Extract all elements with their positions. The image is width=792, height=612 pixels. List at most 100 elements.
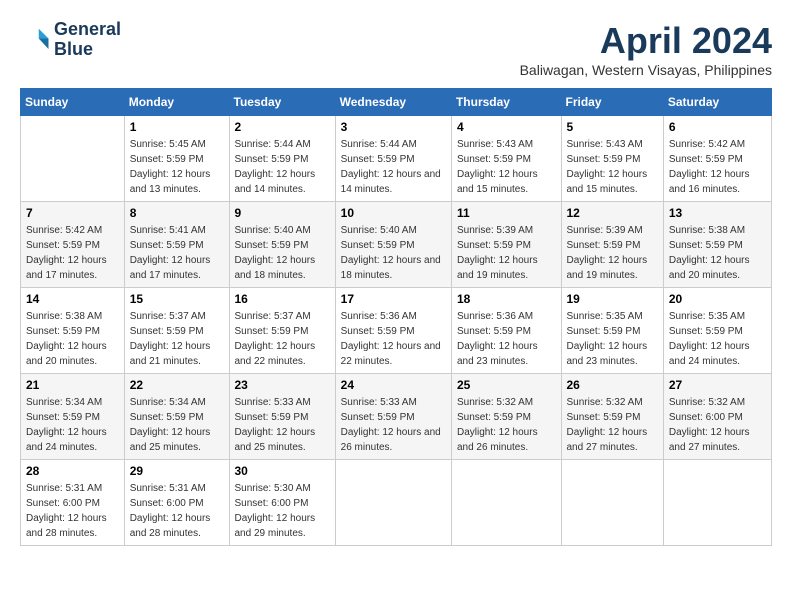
day-info: Sunrise: 5:41 AMSunset: 5:59 PMDaylight:… (130, 223, 224, 283)
day-info: Sunrise: 5:44 AMSunset: 5:59 PMDaylight:… (341, 137, 446, 197)
week-row-1: 1Sunrise: 5:45 AMSunset: 5:59 PMDaylight… (21, 116, 772, 202)
day-number: 26 (567, 378, 658, 392)
day-number: 20 (669, 292, 766, 306)
month-title: April 2024 (520, 20, 772, 62)
day-info: Sunrise: 5:33 AMSunset: 5:59 PMDaylight:… (235, 395, 330, 455)
calendar-cell: 11 Sunrise: 5:39 AMSunset: 5:59 PMDayligh… (451, 202, 561, 288)
title-block: April 2024 Baliwagan, Western Visayas, P… (520, 20, 772, 78)
day-number: 8 (130, 206, 224, 220)
calendar-cell: 29 Sunrise: 5:31 AMSunset: 6:00 PMDayligh… (124, 460, 229, 546)
header-wednesday: Wednesday (335, 89, 451, 116)
header-friday: Friday (561, 89, 663, 116)
calendar-cell: 20 Sunrise: 5:35 AMSunset: 5:59 PMDayligh… (663, 288, 771, 374)
day-number: 12 (567, 206, 658, 220)
header-monday: Monday (124, 89, 229, 116)
day-info: Sunrise: 5:30 AMSunset: 6:00 PMDaylight:… (235, 481, 330, 541)
calendar-cell: 7 Sunrise: 5:42 AMSunset: 5:59 PMDaylight… (21, 202, 125, 288)
day-number: 30 (235, 464, 330, 478)
day-number: 7 (26, 206, 119, 220)
calendar-cell: 22Sunrise: 5:34 AMSunset: 5:59 PMDayligh… (124, 374, 229, 460)
day-number: 15 (130, 292, 224, 306)
calendar-cell: 3 Sunrise: 5:44 AMSunset: 5:59 PMDaylight… (335, 116, 451, 202)
calendar-cell: 24Sunrise: 5:33 AMSunset: 5:59 PMDayligh… (335, 374, 451, 460)
day-info: Sunrise: 5:45 AMSunset: 5:59 PMDaylight:… (130, 137, 224, 197)
day-info: Sunrise: 5:37 AMSunset: 5:59 PMDaylight:… (235, 309, 330, 369)
day-number: 18 (457, 292, 556, 306)
day-info: Sunrise: 5:37 AMSunset: 5:59 PMDaylight:… (130, 309, 224, 369)
header-thursday: Thursday (451, 89, 561, 116)
day-info: Sunrise: 5:43 AMSunset: 5:59 PMDaylight:… (457, 137, 556, 197)
location-title: Baliwagan, Western Visayas, Philippines (520, 62, 772, 78)
day-info: Sunrise: 5:39 AMSunset: 5:59 PMDaylight:… (457, 223, 556, 283)
header-saturday: Saturday (663, 89, 771, 116)
day-number: 21 (26, 378, 119, 392)
day-info: Sunrise: 5:42 AMSunset: 5:59 PMDaylight:… (669, 137, 766, 197)
calendar-cell: 28 Sunrise: 5:31 AMSunset: 6:00 PMDayligh… (21, 460, 125, 546)
day-number: 27 (669, 378, 766, 392)
calendar-header-row: SundayMondayTuesdayWednesdayThursdayFrid… (21, 89, 772, 116)
day-number: 13 (669, 206, 766, 220)
day-info: Sunrise: 5:35 AMSunset: 5:59 PMDaylight:… (567, 309, 658, 369)
calendar-cell: 19Sunrise: 5:35 AMSunset: 5:59 PMDayligh… (561, 288, 663, 374)
calendar-cell: 9 Sunrise: 5:40 AMSunset: 5:59 PMDaylight… (229, 202, 335, 288)
calendar-cell: 23 Sunrise: 5:33 AMSunset: 5:59 PMDayligh… (229, 374, 335, 460)
week-row-4: 21 Sunrise: 5:34 AMSunset: 5:59 PMDayligh… (21, 374, 772, 460)
logo-icon (20, 25, 50, 55)
calendar-cell: 21 Sunrise: 5:34 AMSunset: 5:59 PMDayligh… (21, 374, 125, 460)
day-number: 9 (235, 206, 330, 220)
day-info: Sunrise: 5:38 AMSunset: 5:59 PMDaylight:… (26, 309, 119, 369)
calendar-cell: 1Sunrise: 5:45 AMSunset: 5:59 PMDaylight… (124, 116, 229, 202)
day-info: Sunrise: 5:32 AMSunset: 6:00 PMDaylight:… (669, 395, 766, 455)
day-number: 16 (235, 292, 330, 306)
day-number: 3 (341, 120, 446, 134)
day-number: 14 (26, 292, 119, 306)
calendar-cell: 13 Sunrise: 5:38 AMSunset: 5:59 PMDayligh… (663, 202, 771, 288)
day-number: 10 (341, 206, 446, 220)
day-info: Sunrise: 5:34 AMSunset: 5:59 PMDaylight:… (130, 395, 224, 455)
day-info: Sunrise: 5:44 AMSunset: 5:59 PMDaylight:… (235, 137, 330, 197)
day-info: Sunrise: 5:31 AMSunset: 6:00 PMDaylight:… (26, 481, 119, 541)
calendar-cell: 18Sunrise: 5:36 AMSunset: 5:59 PMDayligh… (451, 288, 561, 374)
logo-text: General Blue (54, 20, 121, 60)
header-sunday: Sunday (21, 89, 125, 116)
calendar-cell: 4Sunrise: 5:43 AMSunset: 5:59 PMDaylight… (451, 116, 561, 202)
calendar-cell: 2 Sunrise: 5:44 AMSunset: 5:59 PMDaylight… (229, 116, 335, 202)
day-info: Sunrise: 5:40 AMSunset: 5:59 PMDaylight:… (341, 223, 446, 283)
day-number: 6 (669, 120, 766, 134)
day-number: 2 (235, 120, 330, 134)
calendar-cell: 12Sunrise: 5:39 AMSunset: 5:59 PMDayligh… (561, 202, 663, 288)
day-number: 23 (235, 378, 330, 392)
week-row-5: 28 Sunrise: 5:31 AMSunset: 6:00 PMDayligh… (21, 460, 772, 546)
calendar-cell: 14 Sunrise: 5:38 AMSunset: 5:59 PMDayligh… (21, 288, 125, 374)
day-info: Sunrise: 5:40 AMSunset: 5:59 PMDaylight:… (235, 223, 330, 283)
calendar-cell: 15 Sunrise: 5:37 AMSunset: 5:59 PMDayligh… (124, 288, 229, 374)
calendar-cell (451, 460, 561, 546)
week-row-2: 7 Sunrise: 5:42 AMSunset: 5:59 PMDaylight… (21, 202, 772, 288)
calendar-cell (663, 460, 771, 546)
calendar-cell: 6 Sunrise: 5:42 AMSunset: 5:59 PMDaylight… (663, 116, 771, 202)
day-number: 29 (130, 464, 224, 478)
calendar-table: SundayMondayTuesdayWednesdayThursdayFrid… (20, 88, 772, 546)
day-info: Sunrise: 5:31 AMSunset: 6:00 PMDaylight:… (130, 481, 224, 541)
day-info: Sunrise: 5:42 AMSunset: 5:59 PMDaylight:… (26, 223, 119, 283)
day-info: Sunrise: 5:32 AMSunset: 5:59 PMDaylight:… (567, 395, 658, 455)
calendar-cell: 16 Sunrise: 5:37 AMSunset: 5:59 PMDayligh… (229, 288, 335, 374)
day-info: Sunrise: 5:43 AMSunset: 5:59 PMDaylight:… (567, 137, 658, 197)
calendar-cell: 26 Sunrise: 5:32 AMSunset: 5:59 PMDayligh… (561, 374, 663, 460)
calendar-cell: 30 Sunrise: 5:30 AMSunset: 6:00 PMDayligh… (229, 460, 335, 546)
calendar-cell: 10 Sunrise: 5:40 AMSunset: 5:59 PMDayligh… (335, 202, 451, 288)
day-number: 5 (567, 120, 658, 134)
day-number: 11 (457, 206, 556, 220)
day-number: 17 (341, 292, 446, 306)
week-row-3: 14 Sunrise: 5:38 AMSunset: 5:59 PMDayligh… (21, 288, 772, 374)
calendar-cell (21, 116, 125, 202)
day-info: Sunrise: 5:38 AMSunset: 5:59 PMDaylight:… (669, 223, 766, 283)
day-info: Sunrise: 5:35 AMSunset: 5:59 PMDaylight:… (669, 309, 766, 369)
day-number: 28 (26, 464, 119, 478)
calendar-cell (561, 460, 663, 546)
logo: General Blue (20, 20, 121, 60)
day-info: Sunrise: 5:34 AMSunset: 5:59 PMDaylight:… (26, 395, 119, 455)
day-info: Sunrise: 5:36 AMSunset: 5:59 PMDaylight:… (341, 309, 446, 369)
calendar-cell: 17 Sunrise: 5:36 AMSunset: 5:59 PMDayligh… (335, 288, 451, 374)
day-number: 24 (341, 378, 446, 392)
